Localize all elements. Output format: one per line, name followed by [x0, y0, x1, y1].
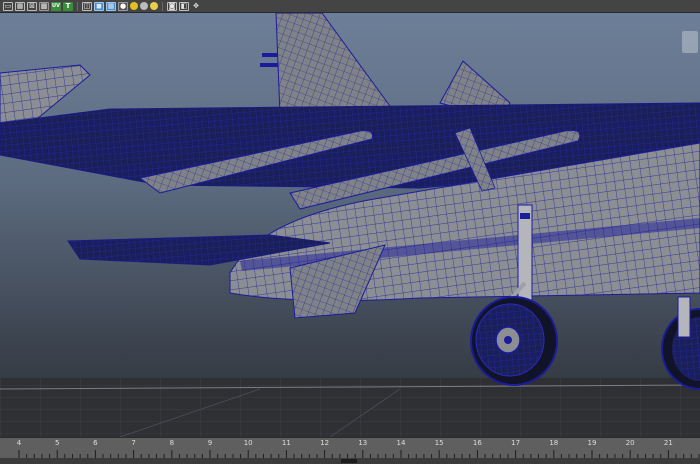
camera-icon[interactable]: ◙ [167, 1, 177, 11]
frame-label: 12 [320, 439, 330, 447]
toolbar-divider [162, 1, 163, 11]
frame-label: 14 [396, 439, 406, 447]
toolbar-divider [77, 1, 78, 11]
frame-label: 9 [207, 439, 213, 447]
wireframe-icon[interactable]: ⊠ [27, 1, 37, 11]
gray-sphere-icon[interactable] [140, 2, 148, 10]
grid-mode-icon[interactable]: ▦ [15, 1, 25, 11]
3d-viewport[interactable] [0, 13, 700, 437]
frame-label: 7 [131, 439, 136, 447]
text-icon[interactable]: T [63, 1, 73, 11]
frame-label: 16 [472, 439, 482, 447]
frame-label: 19 [587, 439, 597, 447]
frame-label: 5 [54, 439, 60, 447]
frame-label: 10 [243, 439, 253, 447]
uv-icon[interactable]: UV [51, 1, 61, 11]
main-wheel [470, 296, 558, 386]
frame-label: 8 [169, 439, 175, 447]
frame-label: 11 [281, 439, 291, 447]
ground-grid [0, 378, 700, 437]
cube-outline-icon[interactable]: ◫ [82, 1, 92, 11]
light-icon[interactable]: ● [118, 1, 128, 11]
cube-solid-icon[interactable]: ◼ [94, 1, 104, 11]
checkerboard-icon[interactable]: ▦ [106, 1, 116, 11]
frame-label: 6 [93, 439, 98, 447]
checker-icon[interactable]: ▩ [39, 1, 49, 11]
frame-label: 17 [511, 439, 521, 447]
range-slider-handle[interactable] [341, 459, 357, 463]
aircraft-model-render [0, 13, 700, 437]
frame-label: 13 [358, 439, 368, 447]
select-mode-icon[interactable]: ▭ [3, 1, 13, 11]
shelf-toolbar: ▭ ▦ ⊠ ▩ UV T ◫ ◼ ▦ ● ◙ ◧ ✥ [0, 0, 700, 13]
dark-sphere-icon[interactable] [150, 2, 158, 10]
vertical-tail [260, 13, 511, 120]
rear-wheel [661, 296, 700, 390]
frame-label: 18 [549, 439, 559, 447]
layer-icon[interactable]: ◧ [179, 1, 189, 11]
frame-label: 15 [434, 439, 444, 447]
frame-label: 21 [663, 439, 673, 447]
frame-label: 20 [625, 439, 635, 447]
view-cube-icon[interactable] [682, 31, 698, 53]
tools-icon[interactable]: ✥ [191, 2, 201, 11]
frame-label: 4 [16, 439, 22, 447]
shaded-sphere-icon[interactable] [130, 2, 138, 10]
